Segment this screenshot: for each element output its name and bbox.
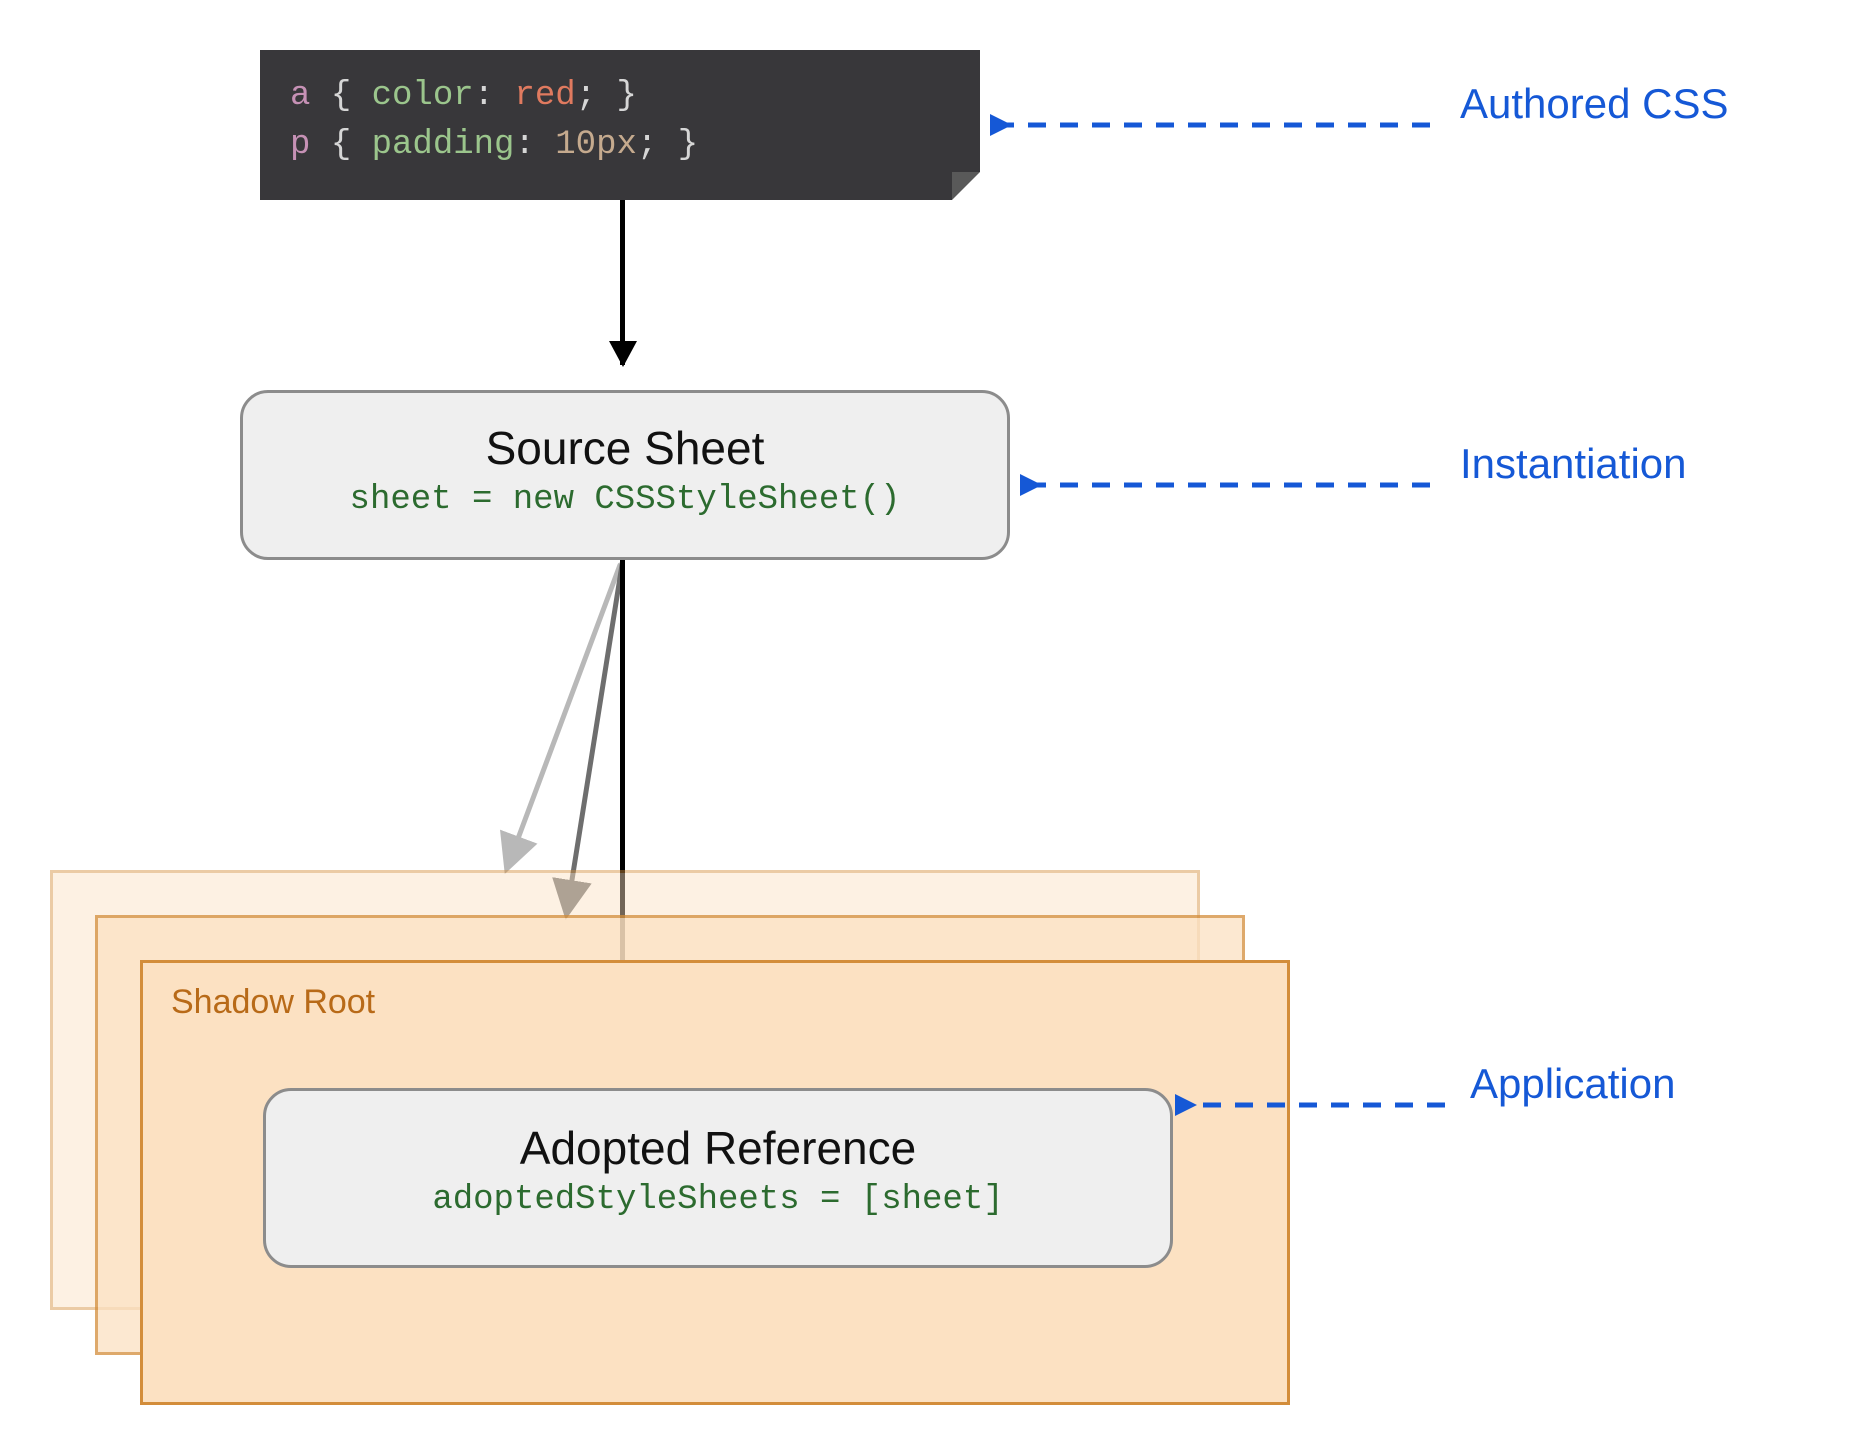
arrow-down-icon	[620, 200, 625, 365]
annotation-authored-css: Authored CSS	[1460, 80, 1729, 128]
adopted-reference-title: Adopted Reference	[266, 1121, 1170, 1175]
code-line-2: p { padding: 10px; }	[290, 121, 950, 170]
adopted-reference-code: adoptedStyleSheets = [sheet]	[266, 1181, 1170, 1219]
page-fold-icon	[952, 172, 980, 200]
source-sheet-code: sheet = new CSSStyleSheet()	[243, 481, 1007, 519]
annotation-application: Application	[1470, 1060, 1675, 1108]
code-semicolon: ;	[637, 126, 657, 164]
code-property: color	[372, 77, 474, 115]
code-value: red	[514, 77, 575, 115]
annotation-instantiation: Instantiation	[1460, 440, 1687, 488]
source-sheet-box: Source Sheet sheet = new CSSStyleSheet()	[240, 390, 1010, 560]
authored-css-code-block: a { color: red; } p { padding: 10px; }	[260, 50, 980, 200]
code-line-1: a { color: red; }	[290, 72, 950, 121]
annotation-arrow-icon	[990, 100, 1440, 150]
code-value: 10px	[555, 126, 637, 164]
code-brace-close: }	[617, 77, 637, 115]
code-property: padding	[372, 126, 515, 164]
code-brace-close: }	[678, 126, 698, 164]
adopted-reference-box: Adopted Reference adoptedStyleSheets = […	[263, 1088, 1173, 1268]
shadow-root-label: Shadow Root	[171, 983, 375, 1022]
annotation-arrow-icon	[1020, 460, 1440, 510]
shadow-root-card: Shadow Root Adopted Reference adoptedSty…	[140, 960, 1290, 1405]
code-selector: a	[290, 77, 310, 115]
code-brace-open: {	[331, 77, 351, 115]
code-colon: :	[474, 77, 494, 115]
source-sheet-title: Source Sheet	[243, 421, 1007, 475]
annotation-arrow-icon	[1175, 1080, 1455, 1130]
code-colon: :	[514, 126, 534, 164]
code-brace-open: {	[331, 126, 351, 164]
code-selector: p	[290, 126, 310, 164]
code-semicolon: ;	[576, 77, 596, 115]
